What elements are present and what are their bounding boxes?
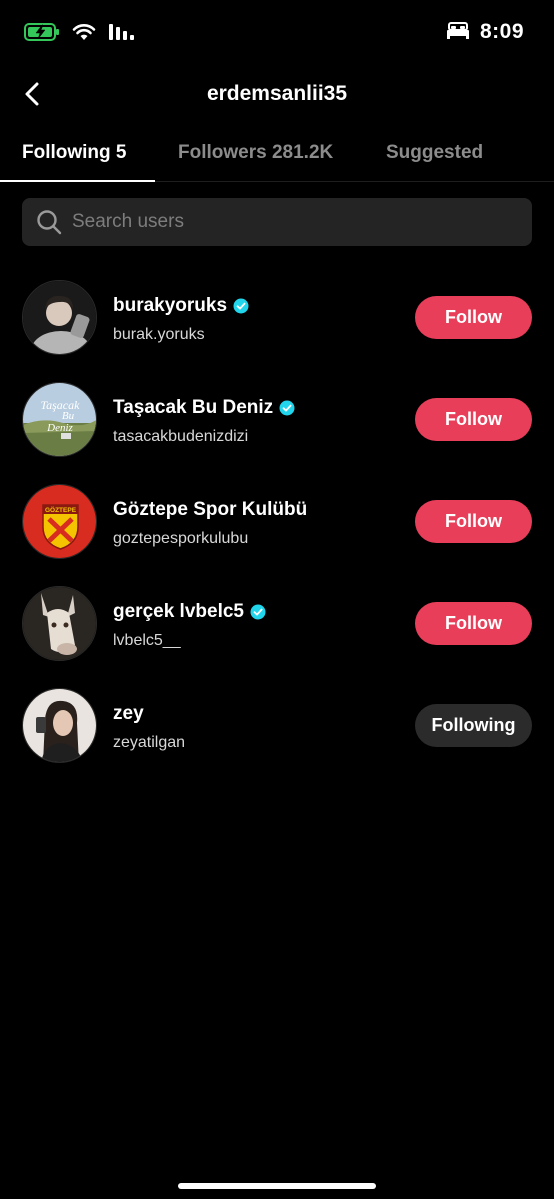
verified-badge-icon [279,400,295,416]
verified-badge-icon [250,604,266,620]
page-title: erdemsanlii35 [206,82,348,105]
user-handle: burak.yoruks [113,326,205,343]
avatar-text: Bu [62,410,75,422]
user-name: burakyoruks [113,295,228,316]
header: erdemsanlii35 [0,70,554,118]
user-handle: goztepesporkulubu [113,530,249,547]
list-item[interactable]: gerçek lvbelc5 lvbelc5__ Follow [0,572,554,674]
avatar[interactable]: GÖZTEPE [22,484,97,559]
search-bar[interactable] [22,198,532,246]
avatar[interactable] [22,280,97,355]
list-item[interactable]: burakyoruks burak.yoruks Follow [0,266,554,368]
status-left [24,22,136,47]
avatar[interactable] [22,586,97,661]
sleep-focus-icon [446,21,470,44]
tab-followers[interactable]: Followers 281.2K [178,142,333,164]
user-name-row: Taşacak Bu Deniz [113,397,295,419]
battery-charging-icon [24,22,60,47]
following-button[interactable]: Following [415,704,532,747]
following-list: burakyoruks burak.yoruks Follow Taşacak … [0,266,554,776]
follow-button[interactable]: Follow [415,398,532,441]
user-handle: zeyatilgan [113,734,186,751]
avatar-text: Taşacak [41,398,81,412]
tab-following[interactable]: Following 5 [22,142,127,164]
user-name-row: zey [113,703,144,725]
avatar-text: Deniz [46,422,73,434]
follow-button[interactable]: Follow [415,602,532,645]
search-input[interactable] [72,211,512,233]
status-bar: 8:09 [0,0,554,70]
user-name: zey [113,703,144,724]
follow-button[interactable]: Follow [415,296,532,339]
list-item[interactable]: Taşacak Bu Deniz Taşacak Bu Deniz tasaca… [0,368,554,470]
cellular-signal-icon [108,23,136,46]
active-tab-indicator [0,180,155,182]
wifi-icon [72,23,96,46]
search-icon [37,210,62,235]
user-handle: tasacakbudenizdizi [113,428,249,445]
avatar[interactable]: Taşacak Bu Deniz [22,382,97,457]
tab-bar: Following 5 Followers 281.2K Suggested [0,128,554,182]
verified-badge-icon [233,298,249,314]
user-handle: lvbelc5__ [113,632,181,649]
tab-suggested[interactable]: Suggested [386,142,483,164]
list-item[interactable]: zey zeyatilgan Following [0,674,554,776]
avatar-text: GÖZTEPE [45,505,77,514]
user-name: Taşacak Bu Deniz [113,397,274,418]
follow-button[interactable]: Follow [415,500,532,543]
user-name-row: burakyoruks [113,295,249,317]
user-name-row: gerçek lvbelc5 [113,601,266,623]
user-name: gerçek lvbelc5 [113,601,244,622]
avatar[interactable] [22,688,97,763]
home-indicator[interactable] [178,1183,376,1189]
status-right: 8:09 [446,20,524,44]
list-item[interactable]: GÖZTEPE Göztepe Spor Kulübü goztepespork… [0,470,554,572]
user-name-row: Göztepe Spor Kulübü [113,499,307,521]
user-name: Göztepe Spor Kulübü [113,499,308,520]
clock: 8:09 [479,20,524,43]
